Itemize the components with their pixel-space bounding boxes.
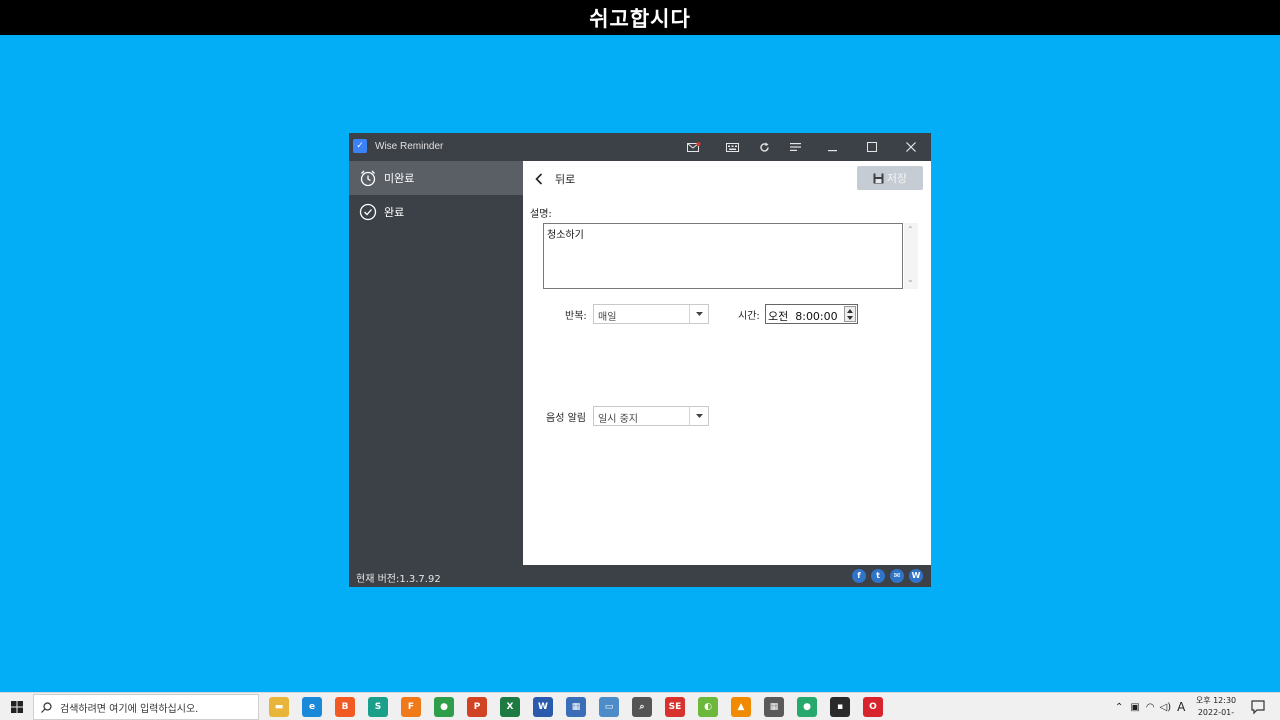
windows-logo-icon bbox=[10, 701, 23, 713]
time-spinner[interactable] bbox=[844, 306, 856, 322]
file-explorer-icon[interactable]: ▬ bbox=[269, 697, 289, 717]
sticky-notes-icon[interactable]: ▪ bbox=[830, 697, 850, 717]
sidebar: 미완료 완료 bbox=[349, 161, 523, 565]
se-app-icon[interactable]: SE bbox=[665, 697, 685, 717]
monitor-app-icon[interactable]: ▭ bbox=[599, 697, 619, 717]
taskbar-search-box[interactable]: 검색하려면 여기에 입력하십시오. bbox=[33, 694, 259, 720]
clock-date: 2022-01-23 bbox=[1197, 708, 1235, 717]
mail-notification-button[interactable] bbox=[683, 137, 705, 157]
repeat-value: 매일 bbox=[598, 312, 617, 323]
menu-list-icon bbox=[789, 143, 801, 151]
search-tool-icon[interactable]: ⌕ bbox=[632, 697, 652, 717]
scroll-up-icon[interactable]: ⌃ bbox=[907, 225, 914, 234]
titlebar: ✓ Wise Reminder bbox=[349, 133, 931, 161]
description-label: 설명: bbox=[530, 209, 552, 220]
reminder-editor: 뒤로 저장 설명: 청소하기 ⌃ ⌄ 반복: 매일 시간: 오전 8:00:00… bbox=[523, 161, 931, 565]
calculator-app-icon[interactable]: ▦ bbox=[566, 697, 586, 717]
app-window: ✓ Wise Reminder 미완료 완료 뒤로 저장 설명: 청소하기 ⌃ … bbox=[349, 133, 931, 587]
chrome-dev-icon[interactable]: ● bbox=[797, 697, 817, 717]
window-title: Wise Reminder bbox=[375, 141, 444, 152]
search-placeholder: 검색하려면 여기에 입력하십시오. bbox=[60, 703, 199, 715]
vlc-icon[interactable]: ▲ bbox=[731, 697, 751, 717]
close-button[interactable] bbox=[900, 137, 922, 157]
taskbar-clock[interactable]: 오후 12:30 2022-01-23 bbox=[1193, 695, 1239, 720]
voice-alert-value: 일시 중지 bbox=[598, 414, 638, 425]
time-picker[interactable]: 오전 8:00:00 bbox=[765, 304, 858, 324]
repeat-label: 반복: bbox=[565, 311, 587, 322]
alarm-clock-icon bbox=[359, 169, 377, 187]
keyboard-button[interactable] bbox=[721, 137, 743, 157]
menu-button[interactable] bbox=[784, 137, 806, 157]
refresh-button[interactable] bbox=[753, 137, 775, 157]
back-button[interactable]: 뒤로 bbox=[535, 170, 575, 188]
edge-icon[interactable]: e bbox=[302, 697, 322, 717]
sidebar-item-incomplete[interactable]: 미완료 bbox=[349, 161, 523, 195]
firefox-icon[interactable]: F bbox=[401, 697, 421, 717]
sidebar-item-label: 미완료 bbox=[384, 172, 415, 185]
chevron-up-icon[interactable]: ⌃ bbox=[1115, 702, 1123, 713]
notification-icon[interactable] bbox=[1250, 699, 1266, 715]
version-text: 현재 버전:1.3.7.92 bbox=[356, 574, 441, 585]
excel-icon[interactable]: X bbox=[500, 697, 520, 717]
taskbar: 검색하려면 여기에 입력하십시오. ▬ e B S F ● P X W ▦ ▭ ⌕ SE ◐ ▲ ▦ ● ▪ O ⌃… bbox=[0, 692, 1280, 720]
calendar-check-icon: ✓ bbox=[353, 139, 367, 153]
minimize-button[interactable] bbox=[822, 137, 844, 157]
description-scrollbar[interactable]: ⌃ ⌄ bbox=[904, 223, 918, 289]
check-circle-icon bbox=[359, 203, 377, 221]
top-banner: 쉬고합시다 bbox=[0, 0, 1280, 35]
banner-title: 쉬고합시다 bbox=[589, 6, 691, 31]
opera-icon[interactable]: O bbox=[863, 697, 883, 717]
chrome-icon[interactable]: ● bbox=[434, 697, 454, 717]
mail-icon bbox=[687, 141, 701, 152]
device-icon[interactable]: ▣ bbox=[1130, 702, 1139, 713]
clock-time: 오후 12:30 bbox=[1195, 696, 1237, 705]
system-tray: ⌃ ▣ ◠ ◁) A bbox=[1115, 693, 1190, 720]
spin-down-icon[interactable] bbox=[845, 314, 855, 321]
time-value: 오전 8:00:00 bbox=[768, 310, 838, 323]
chevron-down-icon bbox=[689, 305, 708, 323]
maximize-icon bbox=[867, 142, 877, 152]
refresh-icon bbox=[759, 142, 769, 152]
ime-indicator[interactable]: A bbox=[1177, 700, 1185, 714]
email-icon[interactable]: ✉ bbox=[890, 569, 904, 583]
brave-icon[interactable]: B bbox=[335, 697, 355, 717]
powerpoint-icon[interactable]: P bbox=[467, 697, 487, 717]
wifi-icon[interactable]: ◠ bbox=[1146, 702, 1155, 713]
speaker-icon[interactable]: ◁) bbox=[1160, 702, 1172, 713]
description-textarea[interactable]: 청소하기 bbox=[543, 223, 903, 289]
minimize-icon bbox=[828, 150, 837, 152]
repeat-dropdown[interactable]: 매일 bbox=[593, 304, 709, 324]
sidebar-item-label: 완료 bbox=[384, 206, 405, 219]
start-button[interactable] bbox=[0, 693, 33, 720]
scroll-down-icon[interactable]: ⌄ bbox=[907, 275, 914, 284]
voice-alert-label: 음성 알림 bbox=[546, 413, 586, 424]
green-app-icon[interactable]: ◐ bbox=[698, 697, 718, 717]
twitter-icon[interactable]: t bbox=[871, 569, 885, 583]
maximize-button[interactable] bbox=[861, 137, 883, 157]
save-label: 저장 bbox=[886, 172, 908, 185]
chevron-down-icon bbox=[689, 407, 708, 425]
calculator-icon[interactable]: ▦ bbox=[764, 697, 784, 717]
back-label: 뒤로 bbox=[555, 173, 576, 186]
floppy-disk-icon bbox=[873, 173, 884, 183]
search-icon bbox=[41, 701, 52, 713]
spin-up-icon[interactable] bbox=[845, 307, 855, 314]
sidebar-item-complete[interactable]: 완료 bbox=[349, 195, 523, 229]
keyboard-icon bbox=[725, 142, 739, 152]
description-text: 청소하기 bbox=[547, 230, 584, 241]
chevron-left-icon bbox=[535, 173, 543, 185]
close-icon bbox=[906, 142, 916, 152]
voice-alert-dropdown[interactable]: 일시 중지 bbox=[593, 406, 709, 426]
facebook-icon[interactable]: f bbox=[852, 569, 866, 583]
statusbar: 현재 버전:1.3.7.92 f t ✉ W bbox=[349, 565, 931, 587]
save-button[interactable]: 저장 bbox=[857, 166, 923, 190]
time-label: 시간: bbox=[738, 311, 760, 322]
word-icon[interactable]: W bbox=[533, 697, 553, 717]
sync-app-icon[interactable]: S bbox=[368, 697, 388, 717]
website-icon[interactable]: W bbox=[909, 569, 923, 583]
